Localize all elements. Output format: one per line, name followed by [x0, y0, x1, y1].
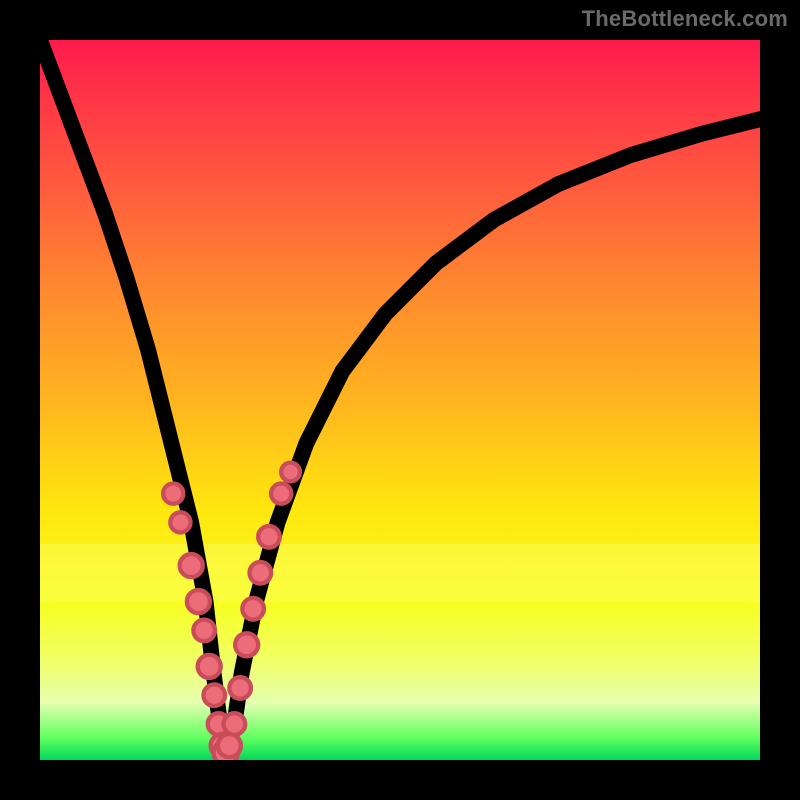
marker-dot: [187, 590, 210, 613]
marker-dot: [281, 463, 300, 482]
curve-svg: [40, 40, 760, 760]
marker-dot: [250, 562, 272, 584]
marker-dot: [193, 620, 215, 642]
marker-dot: [163, 484, 183, 504]
marker-dot: [258, 526, 280, 548]
marker-dot: [218, 734, 241, 757]
bottleneck-curve: [40, 40, 760, 753]
marker-dot: [229, 677, 251, 699]
chart-frame: TheBottleneck.com: [0, 0, 800, 800]
marker-dot: [203, 684, 225, 706]
marker-dot: [271, 484, 291, 504]
watermark-text: TheBottleneck.com: [582, 6, 788, 32]
marker-dot: [235, 633, 258, 656]
marker-dot: [180, 554, 203, 577]
plot-area: [40, 40, 760, 760]
marker-dot: [242, 598, 264, 620]
marker-dot: [198, 655, 221, 678]
marker-dot: [224, 713, 246, 735]
marker-dot: [170, 512, 190, 532]
